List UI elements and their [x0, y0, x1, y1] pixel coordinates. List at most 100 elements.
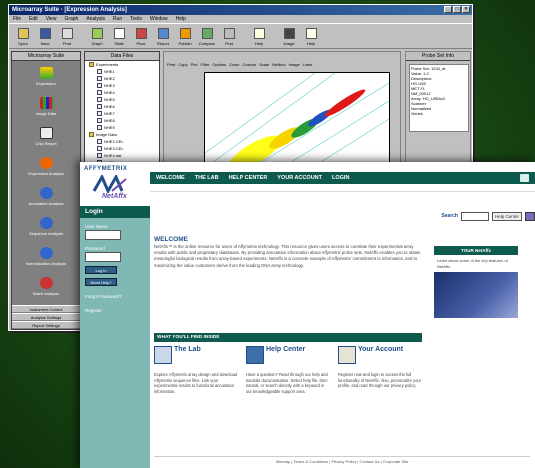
tool-label: Help — [254, 41, 264, 46]
publish-tool[interactable]: Publish — [175, 26, 195, 46]
tree-item[interactable]: NHE1 — [85, 68, 159, 75]
module-image-data[interactable]: Image Data — [12, 91, 80, 121]
module-label: Normalization Analysis — [25, 260, 67, 266]
plot-tool-lines[interactable]: Lines — [303, 54, 313, 67]
tree-item[interactable]: NHE7 — [85, 110, 159, 117]
tree-item-label: NHE2 — [104, 76, 115, 81]
tree-item[interactable]: NHE6 — [85, 103, 159, 110]
menu-run[interactable]: Run — [113, 15, 122, 23]
menu-view[interactable]: View — [46, 15, 57, 23]
plot-tool-custom[interactable]: Custom — [242, 54, 256, 67]
column-title: Your Account — [358, 346, 404, 353]
tab-analysis-settings[interactable]: Analysis Settings — [12, 313, 80, 321]
find-icon — [223, 28, 235, 39]
menu-graph[interactable]: Graph — [64, 15, 78, 23]
plot-tool-scale[interactable]: Scale — [259, 54, 269, 67]
module-batch-analysis[interactable]: Batch Analysis — [12, 271, 80, 301]
tree-item-label: NHE3 — [104, 83, 115, 88]
nav-the-lab[interactable]: THE LAB — [195, 175, 219, 181]
image-tool[interactable]: Image — [279, 26, 299, 46]
plot-tool-filter[interactable]: Filter — [200, 54, 209, 67]
menu-bar: File Edit View Graph Analysis Run Tools … — [9, 15, 472, 23]
menu-tools[interactable]: Tools — [130, 15, 142, 23]
tree-item[interactable]: NHE5 — [85, 96, 159, 103]
tree-item[interactable]: NHE4 — [85, 89, 159, 96]
tree-item[interactable]: NHE2.CEL — [85, 138, 159, 145]
context-help-tool[interactable]: Help — [301, 26, 321, 46]
nav-your-account[interactable]: YOUR ACCOUNT — [277, 175, 322, 181]
account-icon — [338, 346, 356, 364]
affymetrix-logo[interactable]: AFFYMETRIX NetAffx — [84, 166, 148, 206]
tree-group-experiments[interactable]: Experiments — [85, 61, 159, 68]
home-icon[interactable] — [520, 174, 529, 182]
table-icon — [113, 28, 125, 39]
module-expression-analysis[interactable]: Expression Analysis — [12, 151, 80, 181]
nav-welcome[interactable]: WELCOME — [156, 175, 185, 181]
plot-tool-plot[interactable]: Plot — [191, 54, 198, 67]
info-panel-text: Probe Set: 1234_at Value: 1.2 Descriptio… — [409, 64, 469, 132]
plot-tool-copy[interactable]: Copy — [178, 54, 187, 67]
column-the-lab[interactable]: The Lab Explore Affymetrix array design … — [154, 346, 238, 442]
help-tool[interactable]: Help — [249, 26, 269, 46]
column-help-center[interactable]: Help Center Have a question? Read throug… — [246, 346, 330, 442]
module-label: Sequence Analysis — [29, 230, 63, 236]
file-icon — [97, 83, 102, 88]
open-tool[interactable]: Open — [13, 26, 33, 46]
graph-icon — [91, 28, 103, 39]
menu-window[interactable]: Window — [150, 15, 168, 23]
tree-item[interactable]: NHE3 — [85, 82, 159, 89]
minimize-button[interactable]: _ — [444, 6, 452, 13]
plot-tool-method[interactable]: Method — [272, 54, 285, 67]
column-your-account[interactable]: Your Account Register now and login to a… — [338, 346, 422, 442]
footer-links[interactable]: Sitemap | Terms & Conditions | Privacy P… — [154, 456, 530, 466]
password-input[interactable] — [85, 252, 121, 262]
report-tool[interactable]: Report — [153, 26, 173, 46]
save-tool[interactable]: Save — [35, 26, 55, 46]
tour-image[interactable] — [434, 272, 518, 318]
tab-instrument-control[interactable]: Instrument Control — [12, 305, 80, 313]
close-button[interactable]: × — [462, 6, 470, 13]
plot-tool-print[interactable]: Print — [167, 54, 175, 67]
maximize-button[interactable]: □ — [453, 6, 461, 13]
print-tool[interactable]: Print — [57, 26, 77, 46]
menu-help[interactable]: Help — [176, 15, 186, 23]
compare-tool[interactable]: Compare — [197, 26, 217, 46]
module-sequence-analysis[interactable]: Sequence Analysis — [12, 211, 80, 241]
tool-label: Publish — [178, 41, 192, 46]
nav-help-center[interactable]: HELP CENTER — [229, 175, 268, 181]
menu-analysis[interactable]: Analysis — [86, 15, 105, 23]
nav-login[interactable]: LOGIN — [332, 175, 349, 181]
table-tool[interactable]: Table — [109, 26, 129, 46]
menu-file[interactable]: File — [13, 15, 21, 23]
tree-item[interactable]: NHE9 — [85, 124, 159, 131]
info-panel-header: Probe Set Info — [406, 52, 470, 61]
tree-item[interactable]: NHE3.CEL — [85, 145, 159, 152]
plot-tool-options[interactable]: Options — [212, 54, 226, 67]
register-link[interactable]: Register — [85, 308, 150, 314]
login-button[interactable]: Log In — [85, 266, 117, 274]
tree-item[interactable]: NHE2 — [85, 75, 159, 82]
module-normalization-analysis[interactable]: Normalization Analysis — [12, 241, 80, 271]
find-tool[interactable]: Find — [219, 26, 239, 46]
forgot-password-link[interactable]: Forgot Password? — [85, 294, 150, 300]
plot-tool-zoom[interactable]: Zoom — [229, 54, 239, 67]
menu-edit[interactable]: Edit — [29, 15, 38, 23]
tree-item-label: NHE4.dat — [104, 153, 122, 158]
module-expression[interactable]: Expression — [12, 61, 80, 91]
tree-group-label: Experiments — [96, 62, 119, 67]
folder-icon — [89, 132, 94, 137]
help-center-icon — [246, 346, 264, 364]
module-chip-report[interactable]: Chip Report — [12, 121, 80, 151]
tab-report-settings[interactable]: Report Settings — [12, 321, 80, 329]
module-annotation-analysis[interactable]: Annotation Analysis — [12, 181, 80, 211]
plot-tool-image[interactable]: Image — [289, 54, 300, 67]
need-help-button[interactable]: Need Help? — [85, 278, 117, 286]
tree-item[interactable]: NHE4.dat — [85, 152, 159, 159]
column-title: Help Center — [266, 346, 306, 353]
username-input[interactable] — [85, 230, 121, 240]
tree-group-image-data[interactable]: Image Data — [85, 131, 159, 138]
tour-title[interactable]: TOUR NetAffx — [434, 246, 518, 255]
pivot-tool[interactable]: Pivot — [131, 26, 151, 46]
tree-item[interactable]: NHE8 — [85, 117, 159, 124]
graph-tool[interactable]: Graph — [87, 26, 107, 46]
